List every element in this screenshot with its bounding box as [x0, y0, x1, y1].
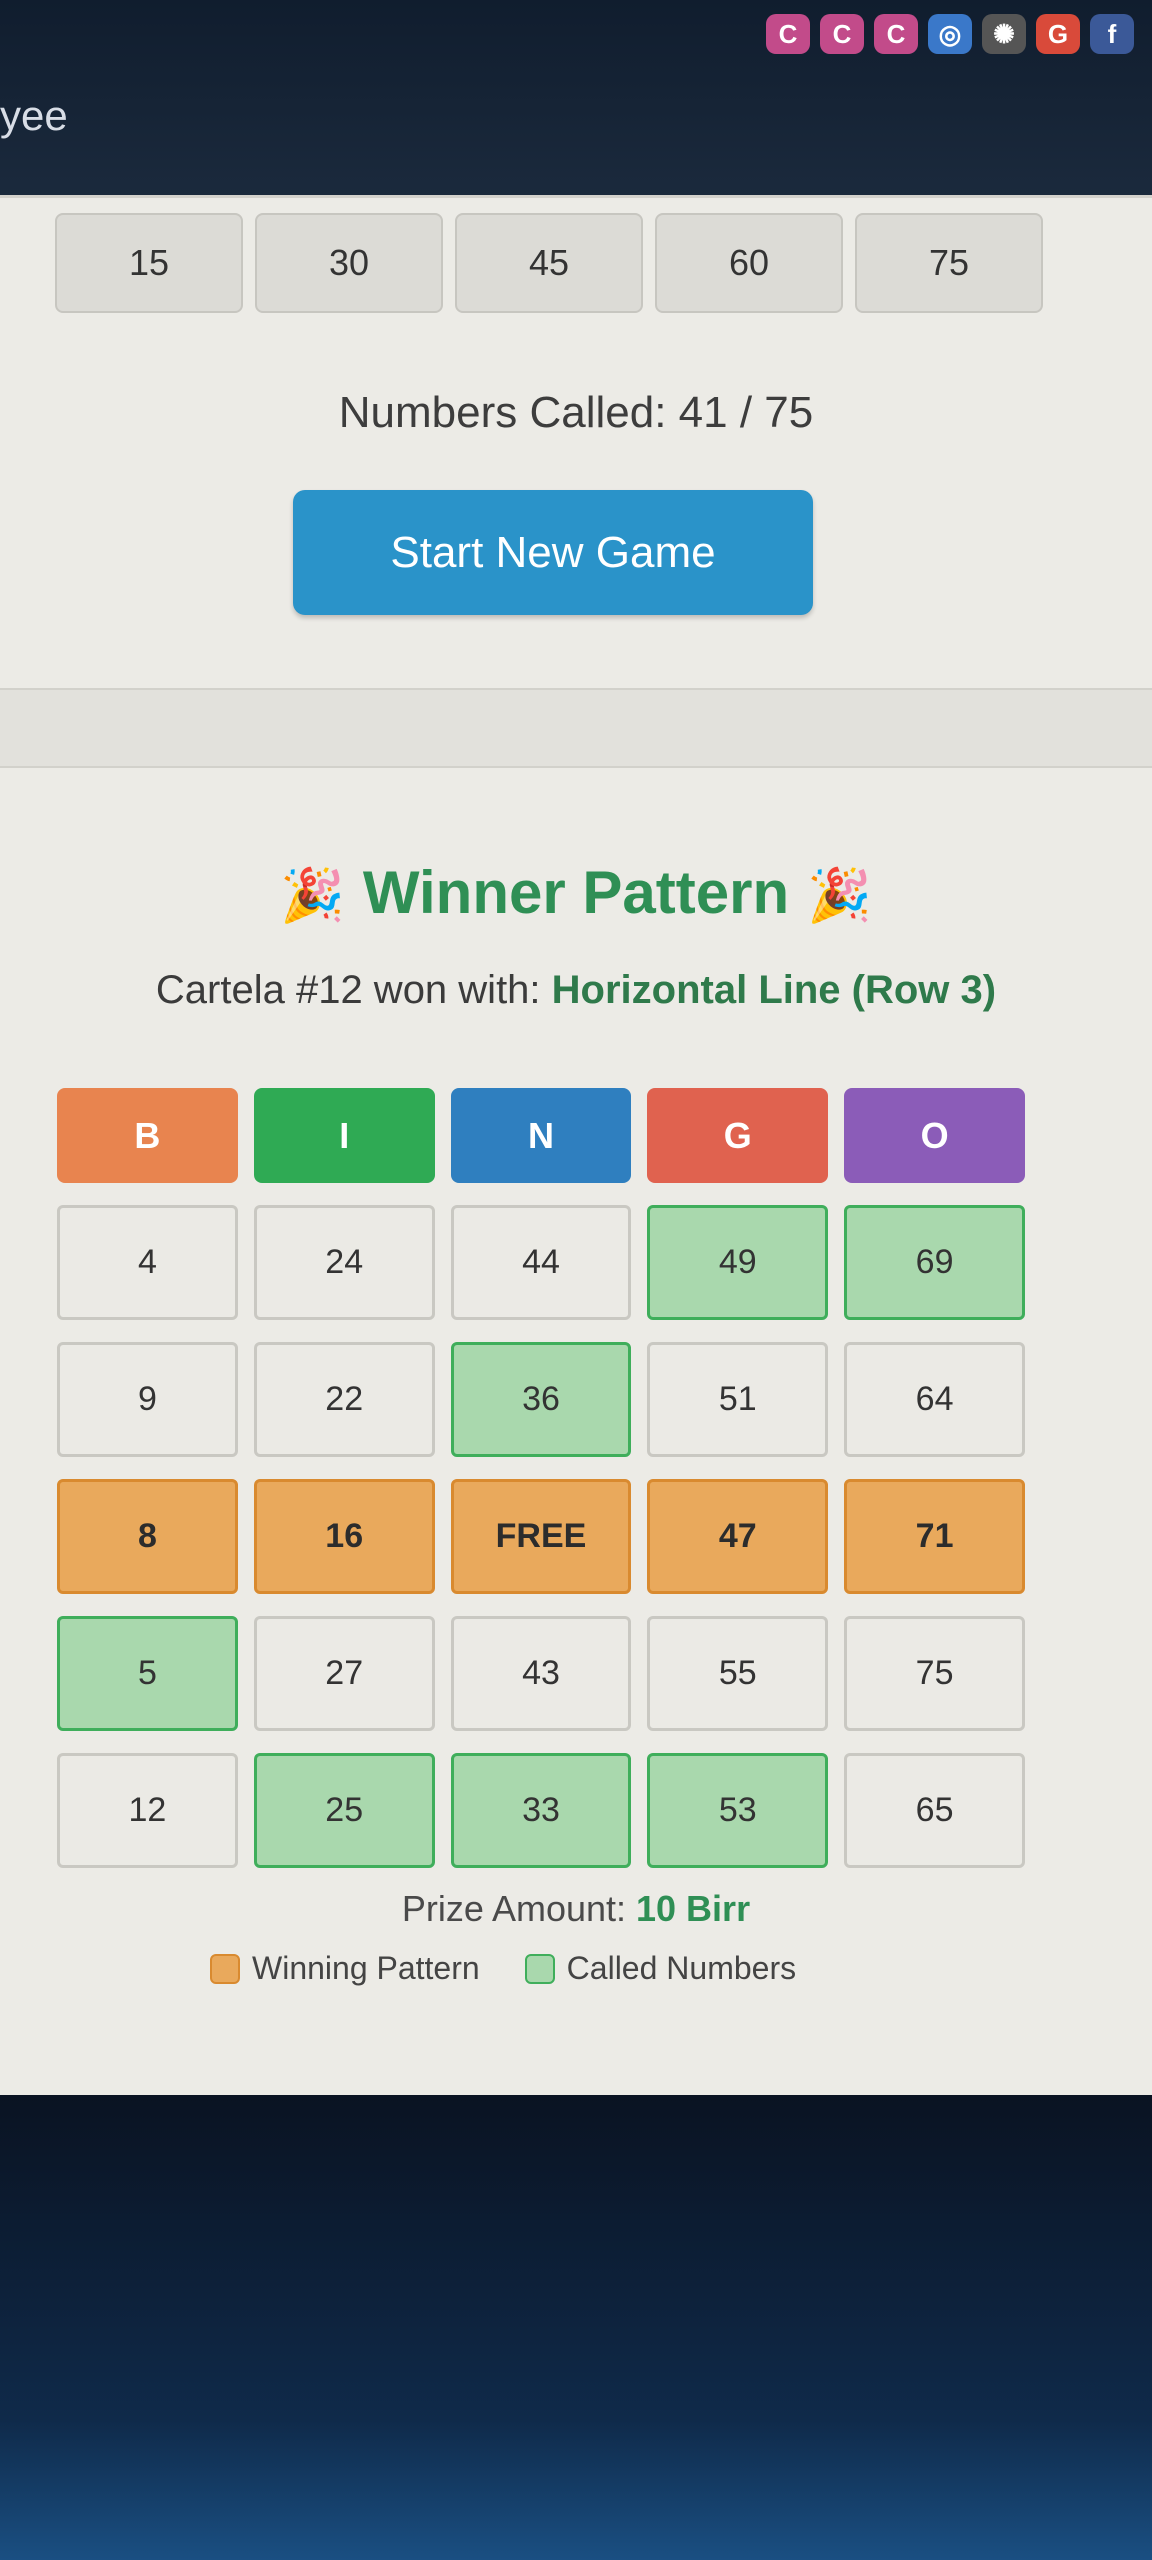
bingo-cell[interactable]: 24 — [253, 1205, 435, 1320]
winner-description: Cartela #12 won with: Horizontal Line (R… — [0, 968, 1152, 1013]
monitor-bezel-area — [0, 2095, 1152, 2560]
bingo-row: 12 25 33 53 65 — [57, 1753, 1025, 1868]
bingo-row: 8 16 FREE 47 71 — [57, 1479, 1025, 1594]
pink-extension-icon-2[interactable]: C — [820, 14, 864, 54]
bingo-cell[interactable]: 16 — [253, 1479, 435, 1594]
bingo-cell[interactable]: 25 — [253, 1753, 435, 1868]
extension-icons: C C C ◎ ✺ Gf — [766, 0, 1134, 54]
bingo-cell[interactable]: 12 — [57, 1753, 238, 1868]
bingo-cell[interactable]: 5 — [57, 1616, 238, 1731]
bingo-cell[interactable]: 4 — [57, 1205, 238, 1320]
bingo-page: 15 30 45 60 75 Numbers Called: 41 / 75 Start… — [0, 195, 1152, 2095]
legend-item: Winning Pattern — [210, 1950, 480, 1987]
bingo-cell[interactable]: 55 — [647, 1616, 829, 1731]
legend: Winning Pattern Called Numbers — [210, 1950, 796, 1987]
browser-top-bar: C C C ◎ ✺ Gf yee — [0, 0, 1152, 200]
bingo-row: 5 27 43 55 75 — [57, 1616, 1025, 1731]
legend-item: Called Numbers — [524, 1950, 797, 1987]
bingo-header-i: I — [253, 1088, 435, 1183]
bingo-header-n: N — [450, 1088, 632, 1183]
column-total-button[interactable]: 45 — [455, 213, 643, 313]
legend-swatch — [524, 1953, 555, 1984]
bingo-cell[interactable]: 75 — [844, 1616, 1025, 1731]
bingo-cell[interactable]: FREE — [450, 1479, 632, 1594]
bingo-header-row: BINGO — [57, 1088, 1025, 1183]
bingo-cell[interactable]: 33 — [450, 1753, 632, 1868]
winner-pattern-title: 🎉 Winner Pattern 🎉 — [0, 858, 1152, 927]
column-total-button[interactable]: 30 — [255, 213, 443, 313]
openai-icon[interactable]: ✺ — [982, 14, 1026, 54]
tab-title[interactable]: yee — [0, 92, 68, 140]
bingo-cell[interactable]: 27 — [253, 1616, 435, 1731]
bingo-cell[interactable]: 71 — [844, 1479, 1025, 1594]
bingo-cell[interactable]: 43 — [450, 1616, 632, 1731]
legend-label: Winning Pattern — [252, 1950, 480, 1986]
prize-label: Prize Amount: — [401, 1888, 637, 1929]
bingo-card-rows: 4 24 44 49 69 9 22 36 51 64 8 16 FREE 47 71 5 27 43 55 75 12… — [57, 1205, 1025, 1868]
bingo-header-b: B — [57, 1088, 238, 1183]
bingo-cell[interactable]: 49 — [647, 1205, 829, 1320]
winning-pattern-name: Horizontal Line (Row 3) — [551, 968, 997, 1012]
bingo-row: 4 24 44 49 69 — [57, 1205, 1025, 1320]
bingo-header-o: O — [844, 1088, 1025, 1183]
column-total-button[interactable]: 60 — [655, 213, 843, 313]
bingo-cell[interactable]: 65 — [844, 1753, 1025, 1868]
bingo-cell[interactable]: 69 — [844, 1205, 1025, 1320]
cartela-text: Cartela #12 won with: — [155, 968, 552, 1012]
bingo-cell[interactable]: 9 — [57, 1342, 238, 1457]
party-popper-icon: 🎉 — [280, 867, 345, 925]
chrome-icon[interactable]: ◎ — [928, 14, 972, 54]
bingo-cell[interactable]: 22 — [253, 1342, 435, 1457]
column-total-button[interactable]: 15 — [55, 213, 243, 313]
bingo-cell[interactable]: 36 — [450, 1342, 632, 1457]
bingo-header-g: G — [647, 1088, 829, 1183]
bingo-cell[interactable]: 53 — [647, 1753, 829, 1868]
google-icon[interactable]: G — [1036, 14, 1080, 54]
bingo-cell[interactable]: 47 — [647, 1479, 829, 1594]
numbers-called-text: Numbers Called: 41 / 75 — [338, 388, 814, 437]
party-popper-icon: 🎉 — [807, 867, 872, 925]
bingo-card: BINGO 4 24 44 49 69 9 22 36 51 64 8 16 FREE 47 71 5 27 43… — [57, 1088, 1025, 1890]
start-new-game-button[interactable]: Start New Game — [293, 490, 813, 615]
column-number-row: 15 30 45 60 75 — [55, 213, 1043, 313]
column-total-button[interactable]: 75 — [855, 213, 1043, 313]
winner-title-text: Winner Pattern — [362, 859, 790, 926]
legend-label: Called Numbers — [566, 1950, 797, 1986]
legend-swatch — [210, 1953, 240, 1984]
bingo-row: 9 22 36 51 64 — [57, 1342, 1025, 1457]
pink-extension-icon-3[interactable]: C — [874, 14, 918, 54]
prize-value: 10 Birr — [636, 1888, 751, 1929]
facebook-icon[interactable]: f — [1090, 14, 1134, 54]
prize-amount: Prize Amount: 10 Birr — [0, 1888, 1152, 1930]
bingo-cell[interactable]: 8 — [57, 1479, 238, 1594]
bingo-cell[interactable]: 64 — [844, 1342, 1025, 1457]
pink-extension-icon[interactable]: C — [766, 14, 810, 54]
bingo-cell[interactable]: 51 — [647, 1342, 829, 1457]
section-divider — [0, 688, 1152, 768]
bingo-cell[interactable]: 44 — [450, 1205, 632, 1320]
